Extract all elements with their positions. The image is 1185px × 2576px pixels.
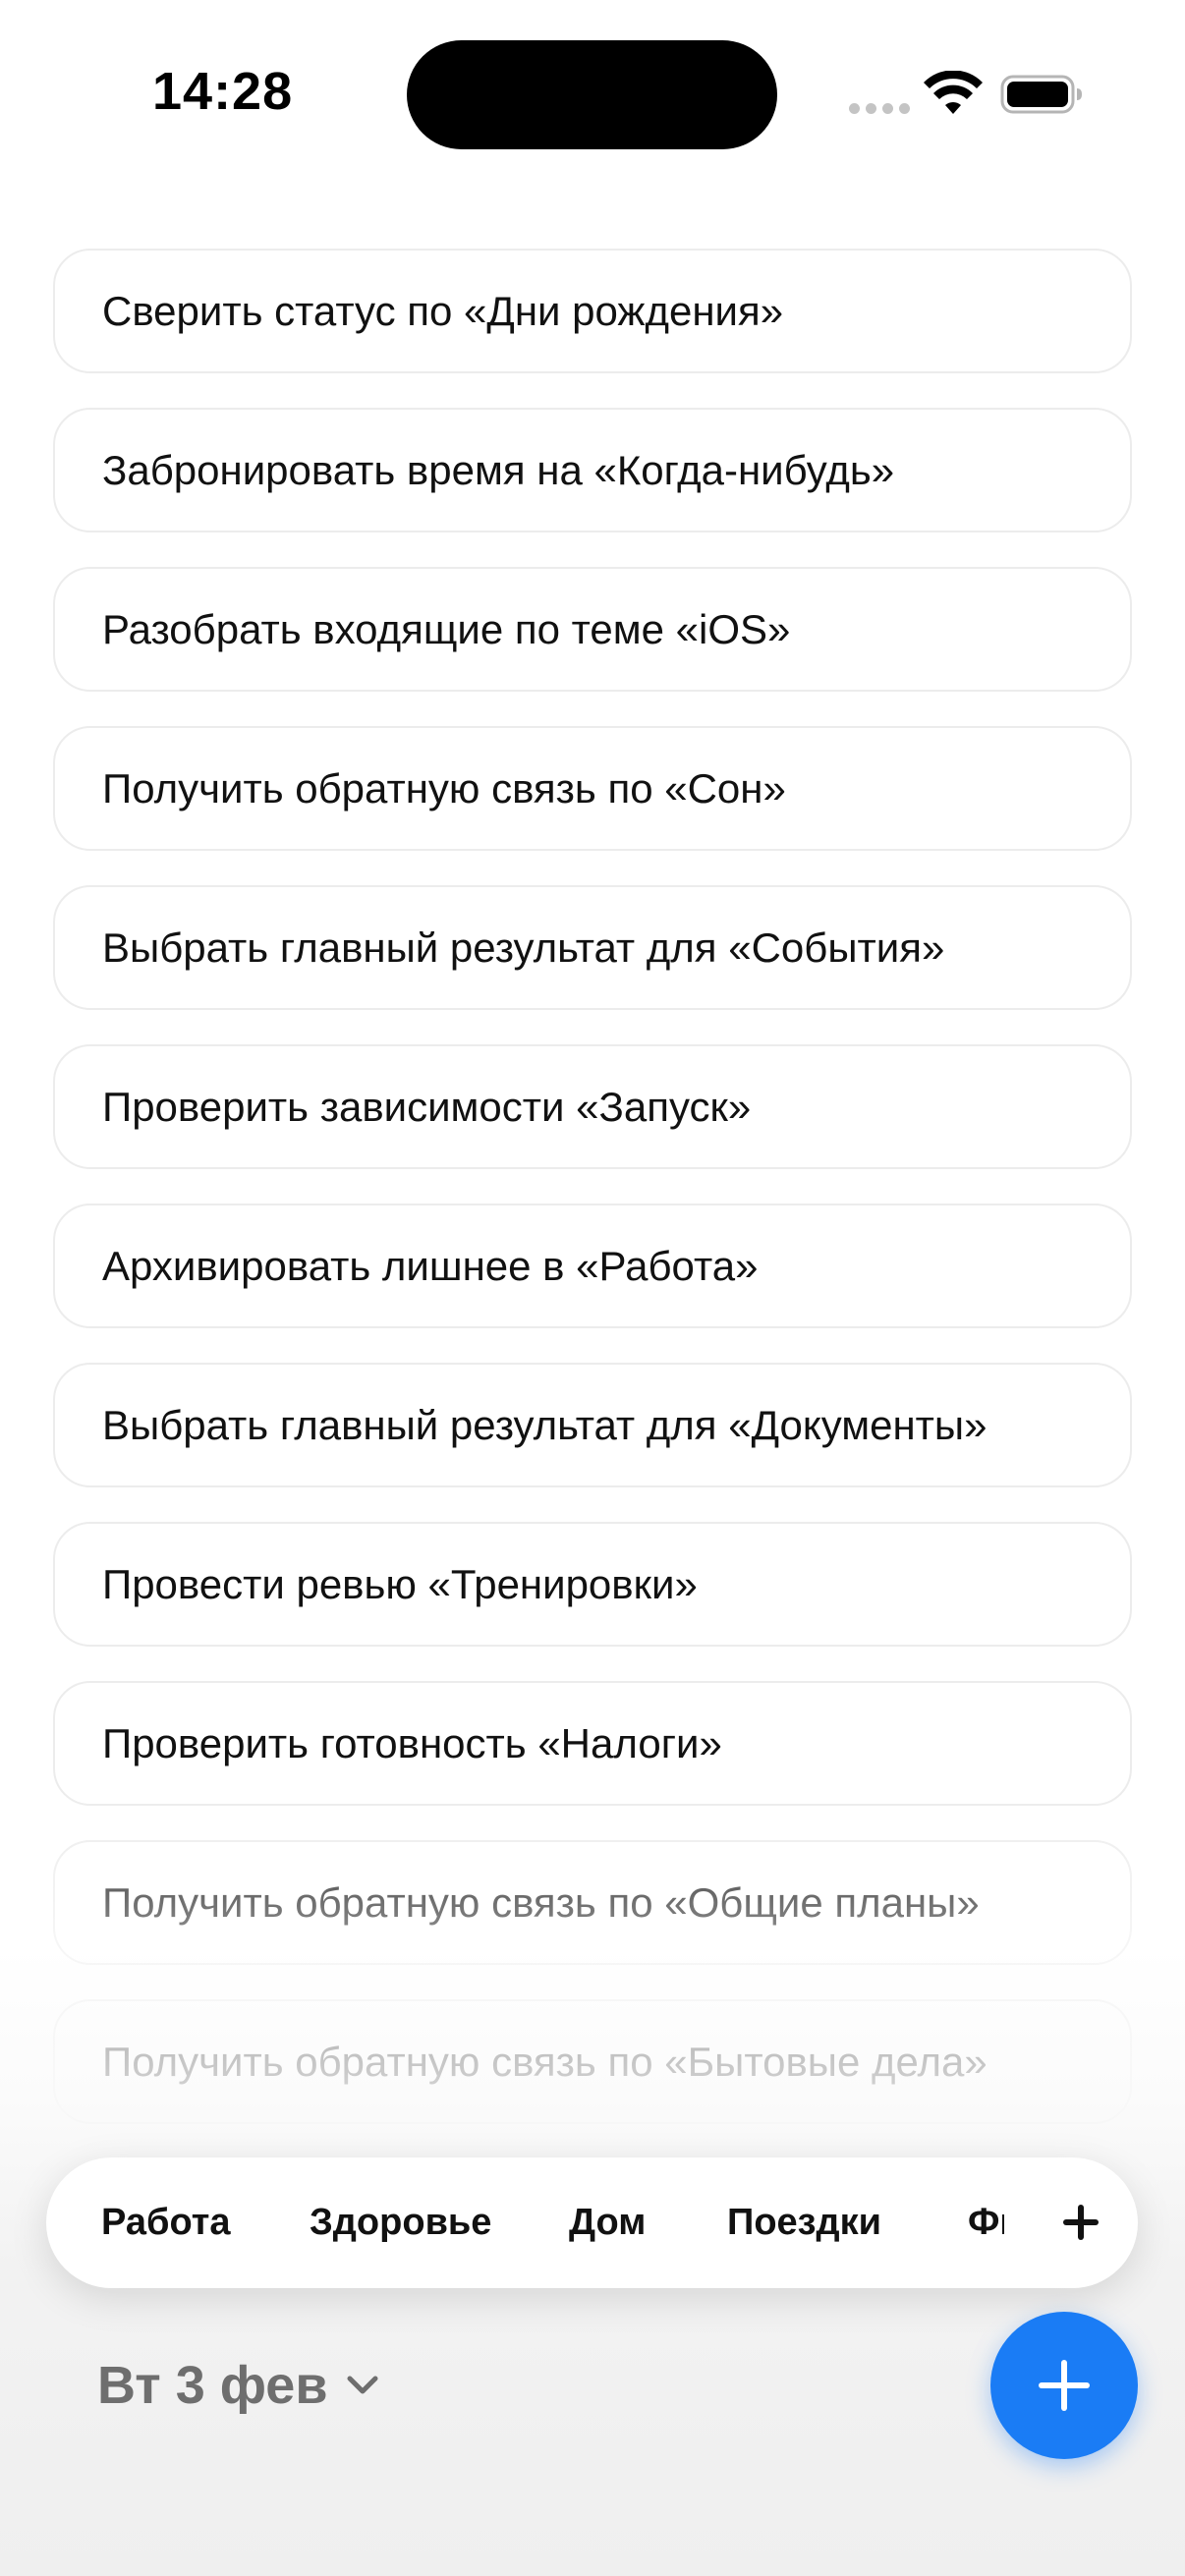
task-item[interactable]: Разобрать входящие по теме «iOS» — [53, 567, 1132, 692]
plus-icon — [1039, 2360, 1090, 2411]
category-chip[interactable]: Здоровье — [310, 2157, 491, 2288]
category-chip[interactable]: Работа — [101, 2157, 230, 2288]
task-item[interactable]: Выбрать главный результат для «Документы… — [53, 1363, 1132, 1487]
status-time: 14:28 — [152, 62, 294, 121]
category-chip[interactable]: Фи — [968, 2157, 1004, 2288]
task-item[interactable]: Получить обратную связь по «Сон» — [53, 726, 1132, 851]
task-item[interactable]: Сверить статус по «Дни рождения» — [53, 249, 1132, 373]
task-label: Выбрать главный результат для «Документы… — [102, 1401, 988, 1448]
task-label: Проверить готовность «Налоги» — [102, 1719, 722, 1766]
task-label: Получить обратную связь по «Общие планы» — [102, 1878, 980, 1926]
date-label: Вт 3 фев — [97, 2356, 328, 2415]
category-bar: Работа Здоровье Дом Поездки Фи — [46, 2157, 1138, 2288]
task-item[interactable]: Проверить зависимости «Запуск» — [53, 1044, 1132, 1169]
task-label: Забронировать время на «Когда-нибудь» — [102, 446, 895, 493]
task-label: Получить обратную связь по «Сон» — [102, 764, 786, 812]
add-task-button[interactable] — [990, 2312, 1138, 2459]
dynamic-island — [407, 40, 777, 149]
category-chip[interactable]: Дом — [569, 2157, 646, 2288]
category-chip[interactable]: Поездки — [727, 2157, 881, 2288]
wifi-icon — [924, 71, 983, 114]
task-label: Проверить зависимости «Запуск» — [102, 1083, 752, 1130]
add-category-button[interactable] — [1049, 2191, 1112, 2254]
battery-icon — [1000, 75, 1082, 114]
task-label: Выбрать главный результат для «События» — [102, 924, 945, 971]
task-item[interactable]: Выбрать главный результат для «События» — [53, 885, 1132, 1010]
task-item[interactable]: Провести ревью «Тренировки» — [53, 1522, 1132, 1647]
task-label: Архивировать лишнее в «Работа» — [102, 1242, 759, 1289]
task-item[interactable]: Получить обратную связь по «Общие планы» — [53, 1840, 1132, 1965]
task-label: Сверить статус по «Дни рождения» — [102, 287, 784, 334]
cellular-signal-icon — [849, 103, 910, 114]
task-item[interactable]: Получить обратную связь по «Бытовые дела… — [53, 1999, 1132, 2124]
category-scroll[interactable]: Работа Здоровье Дом Поездки Фи — [46, 2157, 1004, 2288]
task-item[interactable]: Архивировать лишнее в «Работа» — [53, 1204, 1132, 1328]
task-item[interactable]: Забронировать время на «Когда-нибудь» — [53, 408, 1132, 532]
screen: 14:28 Сверить статус по «Дни рождения» З… — [0, 0, 1185, 2576]
chevron-down-icon — [347, 2376, 378, 2394]
status-bar: 14:28 — [0, 0, 1185, 187]
task-label: Получить обратную связь по «Бытовые дела… — [102, 2038, 988, 2085]
task-label: Разобрать входящие по теме «iOS» — [102, 605, 791, 652]
task-item[interactable]: Проверить готовность «Налоги» — [53, 1681, 1132, 1806]
task-label: Провести ревью «Тренировки» — [102, 1560, 698, 1607]
date-picker[interactable]: Вт 3 фев — [97, 2346, 379, 2425]
